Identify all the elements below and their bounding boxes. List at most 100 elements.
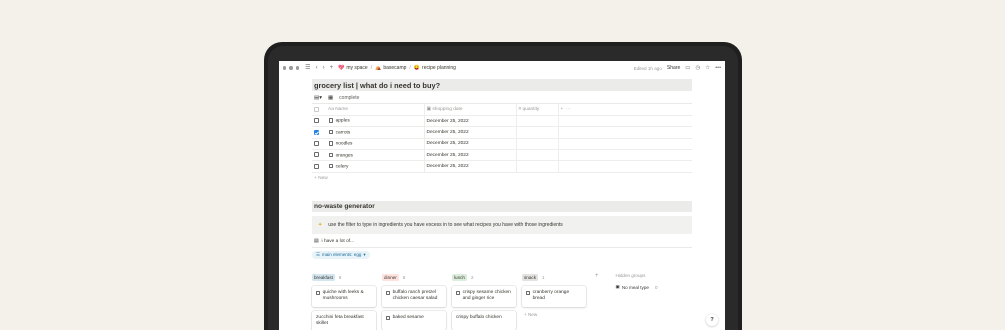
board-column-lunch: lunch 2 crispy sesame chicken and ginger… [452, 273, 516, 330]
number-icon: # [518, 106, 522, 112]
generator-heading: no-waste generator [312, 200, 692, 212]
select-all-checkbox[interactable] [314, 106, 319, 112]
row-quantity[interactable] [516, 138, 559, 151]
board-card[interactable]: buffalo ranch pretzel chicken caesar sal… [382, 286, 446, 307]
row-checkbox[interactable] [314, 152, 319, 158]
filter-chip[interactable]: ☰ main elements: egg ▾ [312, 250, 370, 259]
row-name[interactable]: noodles [336, 142, 353, 147]
card-title: buffalo ranch pretzel chicken caesar sal… [392, 290, 438, 302]
group-count: 5 [402, 275, 406, 280]
basecamp-emoji-icon: ⛺ [375, 65, 382, 71]
help-button[interactable]: ? [706, 314, 718, 326]
group-count: 1 [542, 275, 545, 280]
card-title: cranberry orange bread [532, 290, 570, 302]
table-row[interactable]: apples December 25, 2022 [312, 115, 692, 128]
row-quantity[interactable] [516, 126, 559, 139]
more-options-icon[interactable]: ••• [715, 65, 721, 71]
filter-label: main elements: egg [322, 252, 362, 258]
back-icon[interactable]: ‹ [316, 65, 318, 71]
tab-complete[interactable]: complete [339, 95, 359, 101]
callout-text: use the filter to type in ingredients yo… [328, 221, 563, 228]
favorite-star-icon[interactable]: ☆ [705, 65, 710, 71]
row-quantity[interactable] [516, 115, 559, 128]
new-row-button[interactable]: + New [312, 173, 692, 184]
top-bar: ☰ ‹ › + 💖 my space / ⛺ basecamp / 😛 reci… [279, 61, 725, 75]
board-card[interactable]: zucchini feta breakfast skillet [312, 310, 376, 330]
group-tag-lunch[interactable]: lunch [452, 274, 467, 281]
add-group-button[interactable]: + [595, 273, 599, 330]
window-controls[interactable] [283, 66, 300, 70]
sidebar-toggle-icon[interactable]: ☰ [305, 65, 310, 71]
table-row[interactable]: celery December 25, 2022 [312, 160, 692, 173]
add-column-button[interactable]: + ··· [558, 104, 692, 116]
card-title: crispy buffalo chicken [456, 314, 502, 320]
card-title: crispy sesame chicken and ginger rice [462, 290, 511, 302]
row-date[interactable]: December 25, 2022 [424, 115, 517, 128]
column-header-name[interactable]: Aa Name [326, 104, 425, 116]
table-view-icon[interactable]: ▤▾ [314, 95, 322, 101]
group-count: 2 [470, 275, 474, 280]
page-icon [526, 291, 530, 296]
grocery-heading: grocery list | what do i need to buy? [312, 79, 692, 91]
board-card[interactable]: quiche with leeks & mushrooms [312, 286, 376, 307]
page-content: grocery list | what do i need to buy? ▤▾… [312, 79, 692, 259]
row-checkbox[interactable] [314, 140, 319, 146]
card-title: zucchini feta breakfast skillet [316, 314, 364, 327]
row-name[interactable]: carrots [336, 130, 351, 135]
board-card[interactable]: crispy sesame chicken and ginger rice [452, 286, 516, 307]
row-date[interactable]: December 25, 2022 [424, 149, 517, 162]
page-icon [386, 315, 390, 321]
table-header-row: Aa Name ▣ shopping date # quantity + ··· [312, 104, 692, 116]
callout: ✦ use the filter to type in ingredients … [312, 215, 692, 234]
group-tag-snack[interactable]: snack [522, 274, 539, 281]
row-date[interactable]: December 25, 2022 [424, 138, 517, 151]
recipe-planning-emoji-icon: 😛 [413, 65, 421, 71]
forward-icon[interactable]: › [323, 65, 325, 71]
table-row[interactable]: noodles December 25, 2022 [312, 138, 692, 151]
breadcrumb-basecamp[interactable]: basecamp [383, 65, 406, 71]
row-date[interactable]: December 25, 2022 [424, 126, 517, 139]
board-card[interactable]: baked sesame [382, 310, 446, 330]
page-icon [329, 129, 333, 135]
column-header-quantity[interactable]: # quantity [516, 104, 559, 116]
my-space-emoji-icon: 💖 [338, 65, 345, 71]
column-header-shopping-date[interactable]: ▣ shopping date [424, 104, 517, 116]
group-tag-breakfast[interactable]: breakfast [312, 274, 335, 281]
row-name[interactable]: celery [336, 164, 349, 169]
tab-i-have-a-lot-of[interactable]: i have a lot of... [322, 239, 355, 244]
board-card[interactable]: crispy buffalo chicken [452, 310, 516, 330]
row-checkbox[interactable] [314, 163, 319, 169]
calendar-icon: ▣ [426, 106, 432, 112]
card-title: quiche with leeks & mushrooms [322, 290, 364, 302]
breadcrumb-my-space[interactable]: my space [346, 65, 367, 71]
add-icon[interactable]: + [330, 65, 334, 71]
table-row[interactable]: oranges December 25, 2022 [312, 149, 692, 162]
row-quantity[interactable] [516, 160, 559, 173]
share-button[interactable]: Share [667, 65, 680, 71]
table-row[interactable]: carrots December 25, 2022 [312, 126, 692, 139]
card-title: baked sesame [392, 314, 424, 320]
grocery-table: Aa Name ▣ shopping date # quantity + ···… [312, 104, 692, 173]
no-meal-type-icon: ▣ [615, 284, 620, 289]
row-checkbox[interactable] [314, 118, 319, 124]
generator-view-tabs: ▤ i have a lot of... [312, 237, 692, 248]
page-icon [316, 291, 320, 296]
board-card[interactable]: cranberry orange bread [522, 286, 586, 307]
chevron-down-icon: ▾ [363, 251, 366, 257]
hidden-groups-label: Hidden groups [615, 273, 646, 278]
group-tag-dinner[interactable]: dinner [382, 274, 399, 281]
breadcrumb-recipe-planning[interactable]: recipe planning [422, 65, 456, 71]
updates-icon[interactable]: ◷ [695, 65, 700, 71]
notion-window: ☰ ‹ › + 💖 my space / ⛺ basecamp / 😛 reci… [279, 61, 725, 330]
new-card-button[interactable]: + New [522, 311, 586, 318]
row-quantity[interactable] [516, 149, 559, 162]
row-name[interactable]: apples [336, 119, 350, 124]
row-date[interactable]: December 25, 2022 [424, 160, 517, 173]
row-name[interactable]: oranges [336, 153, 353, 158]
complete-view-icon: ▦ [327, 95, 334, 101]
page-icon [329, 163, 333, 169]
comments-icon[interactable]: ▭ [685, 65, 690, 71]
hidden-group-item[interactable]: ▣ No meal type 0 [616, 284, 678, 290]
breadcrumb: 💖 my space / ⛺ basecamp / 😛 recipe plann… [338, 65, 456, 71]
row-checkbox-checked[interactable] [314, 129, 319, 135]
